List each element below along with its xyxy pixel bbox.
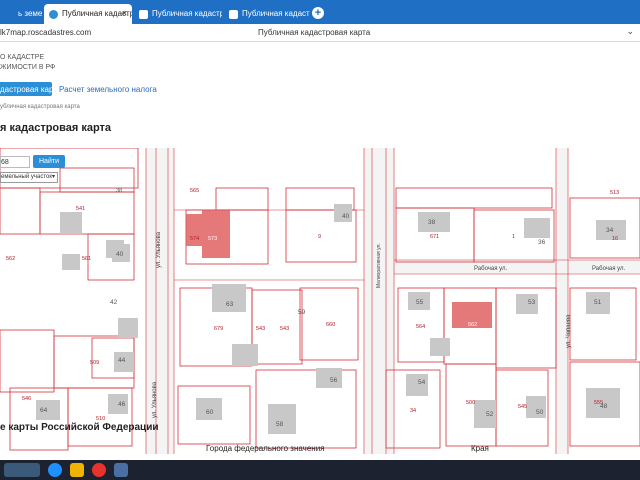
lot-label: 38 <box>428 219 436 226</box>
lot-label: 543 <box>280 326 289 332</box>
street-label: Рабочая ул. <box>592 266 626 272</box>
lot-label: 562 <box>468 322 477 328</box>
logo-line-1: о кадастре <box>0 54 45 61</box>
lot-label: 679 <box>214 326 223 332</box>
street-label: Рабочая ул. <box>474 266 508 272</box>
lot-label: 561 <box>82 256 91 262</box>
lot-label: 565 <box>190 188 199 194</box>
krai-heading: Края <box>471 444 489 453</box>
lot-label: 51 <box>594 299 602 306</box>
lot-label: 543 <box>256 326 265 332</box>
lot-label: 56 <box>330 377 338 384</box>
app-icon[interactable] <box>114 463 128 477</box>
url-field[interactable]: lk7map.roscadastres.com <box>0 28 91 37</box>
site-logo-text: о кадастре жимости в РФ <box>0 53 55 73</box>
tab-label: ь земельный у <box>18 9 42 18</box>
lot-label: 36 <box>538 239 546 246</box>
lot-label: 59 <box>298 309 306 316</box>
federal-cities-heading: Города федерального значения <box>206 444 325 453</box>
lot-label: 513 <box>610 190 619 196</box>
chevron-down-icon[interactable]: ⌄ <box>626 26 634 37</box>
lot-label: 53 <box>528 299 536 306</box>
lot-label: 545 <box>518 404 527 410</box>
page-heading: я кадастровая карта <box>0 122 112 134</box>
lot-label: 500 <box>466 400 475 406</box>
lot-label: 50 <box>536 409 544 416</box>
lot-label: 60 <box>206 409 214 416</box>
lot-label: 55 <box>416 299 424 306</box>
web-page: о кадастре жимости в РФ дастровая карта … <box>0 42 640 460</box>
lot-label: 40 <box>342 213 350 220</box>
cadastral-map[interactable]: ул. Ульянова Мелиоративная ул. Рабочая у… <box>0 148 640 454</box>
yandex-browser-icon[interactable] <box>92 463 106 477</box>
tab-1[interactable]: ь земельный у <box>0 4 42 24</box>
page-icon <box>229 10 238 19</box>
page-icon <box>139 10 148 19</box>
browser-tab-bar: ь земельный у Публичная кадастровая × Пу… <box>0 0 640 24</box>
lot-label: 16 <box>612 236 618 242</box>
tab-label: Публичная кадастровая <box>152 9 222 18</box>
cadastral-search-input[interactable] <box>0 156 30 168</box>
lot-label: 64 <box>40 407 48 414</box>
lot-label: 46 <box>118 401 126 408</box>
windows-taskbar <box>0 460 640 480</box>
lot-label: 555 <box>594 400 603 406</box>
tab-3[interactable]: Публичная кадастровая <box>134 4 222 24</box>
street-label: ул. Ульянова <box>152 381 158 418</box>
folder-icon[interactable] <box>70 463 84 477</box>
tab-2-active[interactable]: Публичная кадастровая × <box>44 4 132 24</box>
lot-label: 671 <box>430 234 439 240</box>
lot-label: 34 <box>410 408 416 414</box>
lot-label: 562 <box>6 256 15 262</box>
lot-label: 1 <box>512 234 515 240</box>
lot-label: 63 <box>226 301 234 308</box>
lot-label: 54 <box>418 379 426 386</box>
lot-label: 660 <box>326 322 335 328</box>
lot-label: 574 <box>190 236 199 242</box>
globe-icon <box>49 10 58 19</box>
lot-label: 9 <box>318 234 321 240</box>
tab-land-tax[interactable]: Расчет земельного налога <box>59 85 157 94</box>
breadcrumb[interactable]: убличная кадастровая карта <box>0 104 80 110</box>
street-label: ул. Чапаева <box>566 314 572 348</box>
logo-line-2: жимости в РФ <box>0 64 56 71</box>
lot-label: 58 <box>276 421 284 428</box>
lot-label: 40 <box>116 251 124 258</box>
dropdown-arrow-icon: ▾ <box>51 174 55 180</box>
lot-label: 564 <box>416 324 425 330</box>
street-label: ул. Ульянова <box>156 231 162 268</box>
lot-label: 34 <box>606 227 614 234</box>
close-tab-icon[interactable]: × <box>122 8 127 18</box>
lot-label: 44 <box>118 357 126 364</box>
address-bar: lk7map.roscadastres.com Публичная кадаст… <box>0 24 640 42</box>
weather-widget-icon[interactable] <box>4 463 40 477</box>
lot-label: 573 <box>208 236 217 242</box>
lot-label: 38 <box>116 188 122 194</box>
tab-label: Публичная кадастровая <box>242 9 310 18</box>
object-type-value: емельный участок <box>1 174 52 180</box>
section-heading: е карты Российской Федерации <box>0 422 159 433</box>
page-title-bar: Публичная кадастровая карта <box>258 28 371 37</box>
street-label: Мелиоративная ул. <box>376 243 382 288</box>
object-type-select[interactable]: емельный участок ▾ <box>0 172 58 183</box>
lot-label: 42 <box>110 299 118 306</box>
new-tab-button[interactable]: + <box>312 7 324 19</box>
lot-label: 509 <box>90 360 99 366</box>
tab-cadastral-map[interactable]: дастровая карта <box>0 82 52 96</box>
lot-label: 541 <box>76 206 85 212</box>
edge-icon[interactable] <box>48 463 62 477</box>
lot-label: 52 <box>486 411 494 418</box>
lot-label: 546 <box>22 396 31 402</box>
tab-4[interactable]: Публичная кадастровая <box>224 4 310 24</box>
search-button[interactable]: Найти <box>33 155 65 168</box>
